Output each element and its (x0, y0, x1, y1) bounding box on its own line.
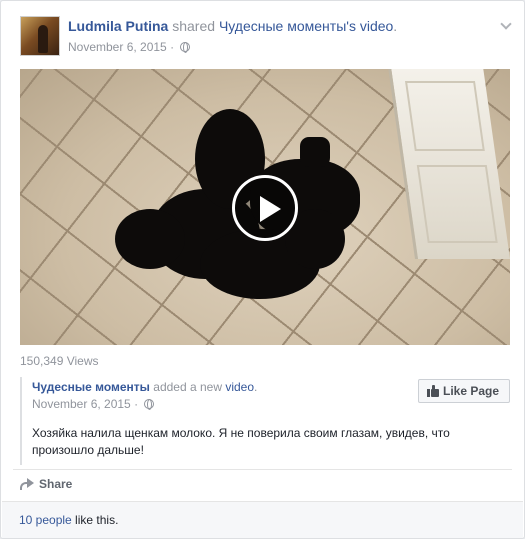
actions-divider (13, 469, 512, 470)
attachment-title: Чудесные моменты added a new video. (32, 380, 257, 394)
period-text: . (393, 18, 398, 34)
attachment-action-text: added a new (149, 380, 226, 394)
likers-link[interactable]: 10 people (19, 513, 72, 527)
shared-text: shared (168, 18, 219, 34)
page-name-link[interactable]: Чудесные моменты (219, 18, 346, 34)
attachment-page-link[interactable]: Чудесные моменты (32, 380, 150, 394)
author-avatar[interactable] (20, 16, 60, 56)
attachment-meta-separator: · (130, 397, 142, 411)
globe-icon[interactable] (144, 399, 155, 410)
share-button[interactable]: Share (20, 477, 72, 491)
meta-separator: · (166, 40, 178, 54)
thumbs-up-icon (427, 385, 439, 397)
like-page-button[interactable]: Like Page (418, 379, 510, 403)
play-icon[interactable] (232, 175, 298, 241)
like-page-label: Like Page (443, 384, 500, 398)
share-arrow-icon (20, 478, 34, 490)
share-label: Share (39, 477, 73, 491)
view-count: 150,349 Views (20, 354, 99, 368)
video-player[interactable] (20, 69, 510, 345)
post-date-link[interactable]: November 6, 2015 (68, 40, 167, 54)
author-name-link[interactable]: Ludmila Putina (68, 18, 168, 34)
attachment-description: Хозяйка налила щенкам молоко. Я не повер… (32, 426, 450, 457)
likes-summary: 10 people like this. (2, 501, 523, 538)
post-meta: November 6, 2015 · (68, 40, 191, 54)
likes-text: 10 people like this. (19, 513, 118, 527)
shared-attachment: Чудесные моменты added a new video. Nove… (20, 377, 510, 465)
globe-icon[interactable] (180, 42, 191, 53)
attachment-video-link[interactable]: video (225, 380, 254, 394)
video-link[interactable]: video (360, 18, 393, 34)
feed-post: Ludmila Putina shared Чудесные моменты's… (0, 0, 525, 539)
post-header: Ludmila Putina shared Чудесные моменты's… (68, 18, 397, 34)
likes-suffix: like this. (71, 513, 119, 527)
attachment-meta: November 6, 2015 · (32, 397, 155, 411)
attachment-date-link[interactable]: November 6, 2015 (32, 397, 131, 411)
possessive-text: 's (346, 18, 360, 34)
chevron-down-icon[interactable] (500, 18, 512, 30)
attachment-period: . (254, 380, 258, 394)
